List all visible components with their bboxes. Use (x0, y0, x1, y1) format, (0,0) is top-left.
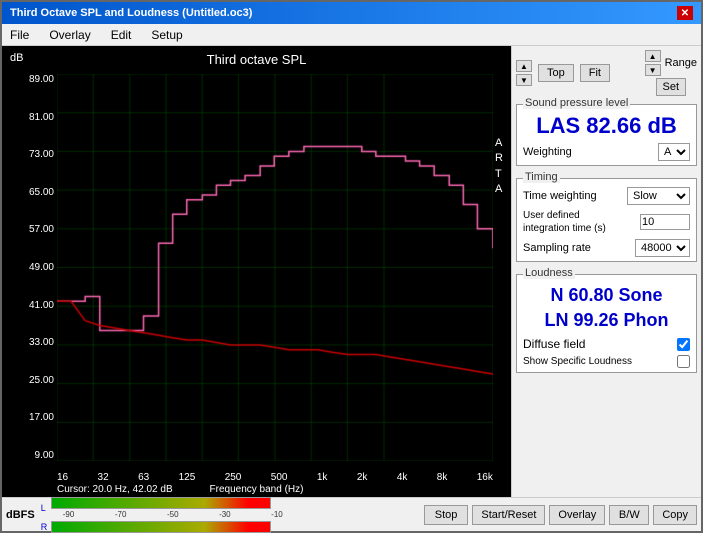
timing-section: Timing Time weighting Slow Fast Impulse … (516, 178, 697, 262)
close-button[interactable]: ✕ (677, 6, 693, 20)
range-up-button[interactable]: ▲ (645, 50, 661, 62)
freq-label: Frequency band (Hz) (210, 484, 304, 495)
y-label-3: 65.00 (29, 187, 54, 198)
sampling-row: Sampling rate 44100 48000 96000 (523, 239, 690, 257)
stop-button[interactable]: Stop (424, 505, 469, 525)
x-label-9: 8k (437, 472, 448, 483)
top-down-button[interactable]: ▼ (516, 74, 532, 86)
right-panel: ▲ ▼ Top Fit ▲ ▼ Range Set (511, 46, 701, 497)
fit-button[interactable]: Fit (580, 64, 610, 82)
diffuse-row: Diffuse field (523, 337, 690, 351)
loudness-value: N 60.80 Sone LN 99.26 Phon (523, 283, 690, 333)
y-label-6: 41.00 (29, 300, 54, 311)
x-label-5: 500 (271, 472, 288, 483)
loudness-sone: N 60.80 Sone (550, 285, 662, 305)
y-label-1: 81.00 (29, 112, 54, 123)
bottom-bar: dBFS L -90 -70 -50 -30 -10 R (2, 497, 701, 531)
time-weighting-label: Time weighting (523, 190, 597, 202)
user-int-label: User defined integration time (s) (523, 209, 623, 235)
cursor-label: Cursor: 20.0 Hz, 42.02 dB (57, 484, 173, 495)
spl-value: LAS 82.66 dB (523, 113, 690, 139)
chart-arta: ARTA (495, 136, 503, 198)
x-axis: 16 32 63 125 250 500 1k 2k 4k 8k 16k (57, 472, 493, 483)
y-label-0: 89.00 (29, 74, 54, 85)
l-label: L (41, 503, 49, 513)
menu-file[interactable]: File (6, 27, 33, 43)
x-label-6: 1k (317, 472, 328, 483)
menu-overlay[interactable]: Overlay (45, 27, 94, 43)
loudness-phon: LN 99.26 Phon (544, 310, 668, 330)
timing-section-label: Timing (523, 171, 560, 183)
y-label-9: 17.00 (29, 412, 54, 423)
menu-bar: File Overlay Edit Setup (2, 24, 701, 46)
title-bar: Third Octave SPL and Loudness (Untitled.… (2, 2, 701, 24)
chart-canvas (57, 74, 493, 461)
range-spinner: ▲ ▼ (645, 50, 661, 76)
diffuse-label: Diffuse field (523, 337, 585, 351)
top-up-button[interactable]: ▲ (516, 60, 532, 72)
loudness-section: Loudness N 60.80 Sone LN 99.26 Phon Diff… (516, 274, 697, 373)
diffuse-checkbox[interactable] (677, 338, 690, 351)
bw-button[interactable]: B/W (609, 505, 649, 525)
main-content: Third octave SPL dB ARTA 89.00 81.00 73.… (2, 46, 701, 497)
spl-section-label: Sound pressure level (523, 97, 630, 109)
y-label-5: 49.00 (29, 262, 54, 273)
x-label-10: 16k (477, 472, 493, 483)
weighting-label: Weighting (523, 146, 572, 158)
top-spinner: ▲ ▼ (516, 60, 532, 86)
menu-setup[interactable]: Setup (147, 27, 186, 43)
x-label-1: 32 (98, 472, 109, 483)
meter-row-r: R (41, 521, 283, 533)
chart-title: Third octave SPL (207, 52, 307, 67)
weighting-select[interactable]: A B C D Z (658, 143, 690, 161)
set-button[interactable]: Set (656, 78, 687, 96)
x-label-4: 250 (225, 472, 242, 483)
chart-area: Third octave SPL dB ARTA 89.00 81.00 73.… (2, 46, 511, 497)
x-label-0: 16 (57, 472, 68, 483)
user-int-input[interactable]: 10 (640, 214, 690, 230)
overlay-button[interactable]: Overlay (549, 505, 605, 525)
y-axis: 89.00 81.00 73.00 65.00 57.00 49.00 41.0… (6, 74, 54, 461)
meter-wrapper: L -90 -70 -50 -30 -10 R (41, 497, 283, 533)
user-int-row: User defined integration time (s) 10 (523, 209, 690, 235)
meter-ticks-l: -90 -70 -50 -30 -10 (63, 510, 283, 519)
level-meter-r (51, 521, 271, 533)
x-label-3: 125 (179, 472, 196, 483)
x-label-7: 2k (357, 472, 368, 483)
bottom-buttons: Stop Start/Reset Overlay B/W Copy (424, 505, 697, 525)
y-label-4: 57.00 (29, 224, 54, 235)
time-weighting-row: Time weighting Slow Fast Impulse (523, 187, 690, 205)
start-reset-button[interactable]: Start/Reset (472, 505, 545, 525)
time-weighting-select[interactable]: Slow Fast Impulse (627, 187, 690, 205)
dbfs-label: dBFS (6, 509, 35, 521)
y-label-8: 25.00 (29, 375, 54, 386)
y-label-7: 33.00 (29, 337, 54, 348)
top-controls: ▲ ▼ Top Fit ▲ ▼ Range Set (516, 50, 697, 96)
spl-section: Sound pressure level LAS 82.66 dB Weight… (516, 104, 697, 166)
meter-row-l: L -90 -70 -50 -30 -10 (41, 497, 283, 519)
level-meter-l (51, 497, 271, 509)
show-specific-row: Show Specific Loudness (523, 355, 690, 368)
sampling-select[interactable]: 44100 48000 96000 (635, 239, 690, 257)
y-label-2: 73.00 (29, 149, 54, 160)
x-label-8: 4k (397, 472, 408, 483)
show-specific-label: Show Specific Loudness (523, 356, 632, 367)
top-button[interactable]: Top (538, 64, 574, 82)
r-label: R (41, 522, 49, 532)
chart-ylabel: dB (10, 52, 23, 64)
weighting-row: Weighting A B C D Z (523, 143, 690, 161)
range-down-button[interactable]: ▼ (645, 64, 661, 76)
loudness-section-label: Loudness (523, 267, 575, 279)
range-group: ▲ ▼ Range Set (645, 50, 697, 96)
window-title: Third Octave SPL and Loudness (Untitled.… (10, 7, 252, 19)
y-label-10: 9.00 (35, 450, 54, 461)
show-specific-checkbox[interactable] (677, 355, 690, 368)
menu-edit[interactable]: Edit (107, 27, 136, 43)
x-label-2: 63 (138, 472, 149, 483)
copy-button[interactable]: Copy (653, 505, 697, 525)
sampling-label: Sampling rate (523, 242, 591, 254)
range-label: Range (665, 57, 697, 69)
main-window: Third Octave SPL and Loudness (Untitled.… (0, 0, 703, 533)
